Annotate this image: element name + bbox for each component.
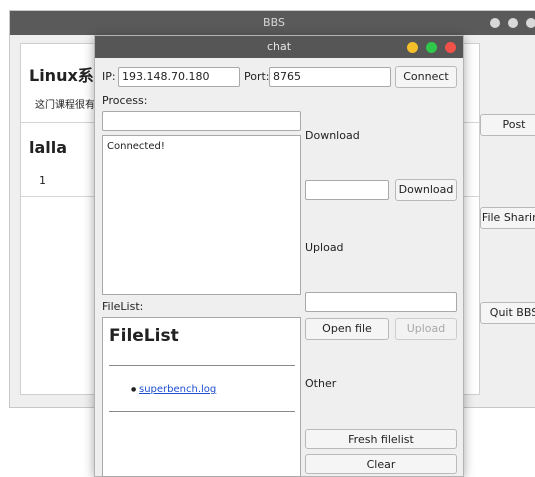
process-field[interactable] [102, 111, 301, 131]
file-link[interactable]: superbench.log [139, 384, 216, 395]
open-file-button[interactable]: Open file [305, 318, 389, 340]
file-sharing-button[interactable]: File Sharing [480, 207, 535, 229]
download-button[interactable]: Download [395, 179, 457, 201]
message-log[interactable]: Connected! [102, 135, 301, 295]
filelist-label: FileList: [102, 300, 144, 313]
upload-section-label: Upload [305, 241, 344, 254]
filelist-heading: FileList [109, 326, 179, 346]
bbs-minimize-icon[interactable] [490, 18, 500, 28]
other-section-label: Other [305, 377, 337, 390]
connect-button[interactable]: Connect [395, 66, 457, 88]
bbs-maximize-icon[interactable] [508, 18, 518, 28]
process-label: Process: [102, 94, 148, 107]
bbs-window-title: BBS [263, 16, 285, 29]
ip-label: IP: [102, 70, 116, 83]
maximize-icon[interactable] [426, 42, 437, 53]
filelist-divider [109, 411, 295, 412]
bbs-close-icon[interactable] [526, 18, 535, 28]
chat-titlebar: chat [95, 36, 463, 58]
port-label: Port: [244, 70, 270, 83]
fresh-filelist-button[interactable]: Fresh filelist [305, 429, 457, 449]
quit-bbs-button[interactable]: Quit BBS [480, 302, 535, 324]
chat-window: chat IP: 193.148.70.180 Port: 8765 Conne… [94, 35, 464, 477]
bullet-icon: ● [131, 386, 137, 393]
minimize-icon[interactable] [407, 42, 418, 53]
download-filename-field[interactable] [305, 180, 389, 200]
log-text: Connected! [107, 141, 165, 152]
port-field[interactable]: 8765 [269, 67, 391, 87]
bbs-post-body: 1 [39, 174, 46, 187]
download-section-label: Download [305, 129, 360, 142]
bbs-post-title: lalla [29, 138, 68, 157]
upload-button[interactable]: Upload [395, 318, 457, 340]
filelist-divider [109, 365, 295, 366]
filelist-panel[interactable]: FileList ● superbench.log [102, 317, 301, 477]
clear-button[interactable]: Clear [305, 454, 457, 474]
file-link-text[interactable]: superbench.log [139, 384, 216, 395]
upload-path-field[interactable] [305, 292, 457, 312]
close-icon[interactable] [445, 42, 456, 53]
bbs-titlebar: BBS [10, 11, 535, 35]
ip-field[interactable]: 193.148.70.180 [118, 67, 240, 87]
post-button[interactable]: Post [480, 114, 535, 136]
